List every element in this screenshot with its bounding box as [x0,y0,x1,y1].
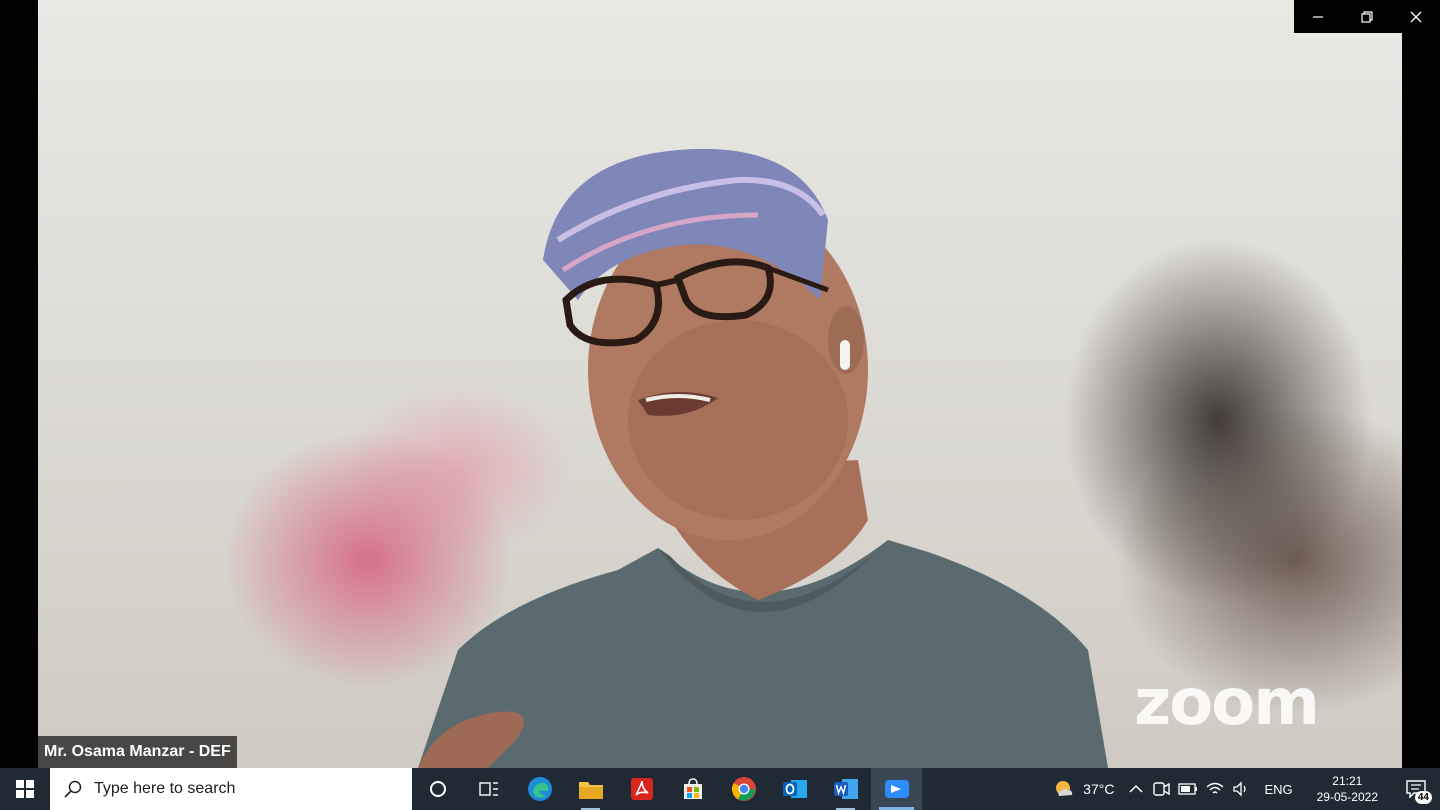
notifications-button[interactable]: 44 [1392,768,1440,810]
restore-icon [1361,10,1373,23]
microsoft-store-icon [683,778,702,799]
show-hidden-icons-button[interactable] [1124,768,1148,810]
search-icon [64,780,82,798]
minimize-button[interactable] [1294,0,1343,33]
participant-video [418,148,1108,768]
input-language-button[interactable]: ENG [1254,768,1302,810]
chrome-taskbar-button[interactable] [718,768,769,810]
task-view-icon [478,782,498,796]
cortana-button[interactable] [412,768,463,810]
task-view-button[interactable] [463,768,514,810]
speaker-icon [1233,781,1247,797]
weather-widget[interactable]: 37°C [1045,768,1124,810]
word-icon [833,779,858,799]
chevron-up-icon [1129,784,1143,793]
clock-date: 29-05-2022 [1316,790,1378,804]
window-controls [1294,0,1440,33]
start-button[interactable] [0,768,50,810]
weather-sun-cloud-icon [1056,781,1073,796]
taskbar-search-box[interactable]: Type here to search [50,768,412,810]
edge-icon [527,777,552,801]
outlook-icon [782,780,807,798]
screen: Mr. Osama Manzar - DEF zoom Type here to… [0,0,1440,810]
acrobat-icon [630,778,653,800]
notification-count-badge: 44 [1414,791,1432,804]
clock-time: 21:21 [1332,774,1363,788]
battery-button[interactable] [1174,768,1202,810]
clock[interactable]: 21:21 29-05-2022 [1303,768,1392,810]
wifi-icon [1206,782,1224,794]
meet-now-button[interactable] [1148,768,1174,810]
file-explorer-icon [578,782,603,799]
minimize-icon [1313,15,1324,18]
zoom-icon [884,780,909,798]
search-placeholder: Type here to search [94,780,236,797]
outlook-taskbar-button[interactable] [769,768,820,810]
volume-button[interactable] [1228,768,1254,810]
cortana-icon [429,781,446,797]
zoom-taskbar-button[interactable] [871,768,922,810]
taskbar: Type here to search 37°C ENG 21:21 29-05… [0,768,1440,810]
temperature-label: 37°C [1083,781,1115,797]
video-feed[interactable] [38,0,1402,768]
file-explorer-taskbar-button[interactable] [565,768,616,810]
participant-name-label: Mr. Osama Manzar - DEF [38,736,237,768]
battery-icon [1178,783,1198,795]
windows-logo-icon [16,780,34,798]
chrome-icon [731,777,756,801]
zoom-watermark: zoom [1134,666,1320,740]
edge-taskbar-button[interactable] [514,768,565,810]
store-taskbar-button[interactable] [667,768,718,810]
close-button[interactable] [1391,0,1440,33]
close-icon [1410,11,1422,22]
acrobat-taskbar-button[interactable] [616,768,667,810]
restore-button[interactable] [1343,0,1392,33]
meet-now-icon [1153,782,1171,796]
word-taskbar-button[interactable] [820,768,871,810]
network-button[interactable] [1202,768,1228,810]
system-tray: 37°C ENG 21:21 29-05-2022 44 [1045,768,1440,810]
